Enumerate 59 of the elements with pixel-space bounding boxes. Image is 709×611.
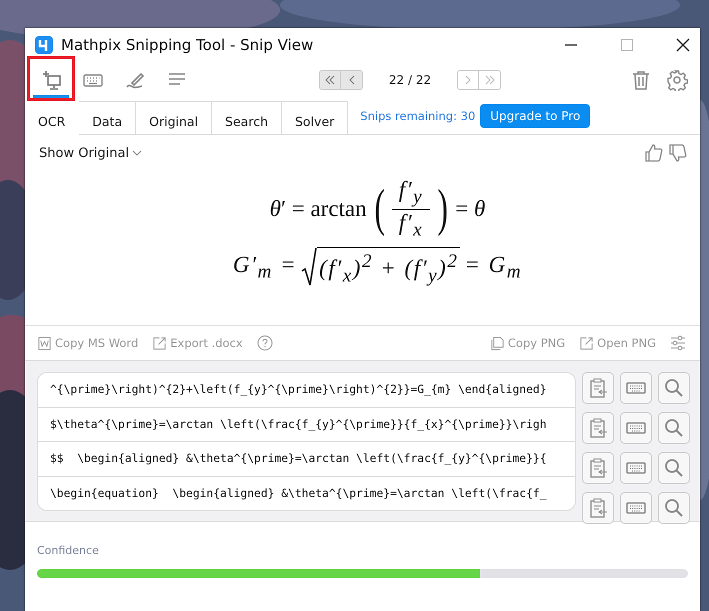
- search-button[interactable]: [658, 372, 690, 404]
- square-root-icon: [301, 247, 318, 288]
- tab[interactable]: OCR: [25, 102, 80, 135]
- external-link-icon: [579, 336, 594, 350]
- confidence-label: Confidence: [37, 544, 100, 557]
- keyboard-button[interactable]: [620, 492, 652, 524]
- word-document-icon: [37, 336, 52, 350]
- search-icon: [663, 377, 685, 399]
- paste-button[interactable]: [582, 452, 614, 484]
- app-logo-icon: [35, 36, 53, 54]
- maximize-icon[interactable]: [620, 38, 634, 52]
- latex-code[interactable]: $$ \begin{aligned} &\theta^{\prime}=\arctan \left(\frac{f_{y}^{\prime}}{: [38, 442, 575, 476]
- latex-code[interactable]: $\theta^{\prime}=\arctan \left(\frac{f_{y}^{\prime}}{f_{x}^{\prime}}\righ: [38, 408, 575, 442]
- tab[interactable]: Solver: [282, 101, 348, 134]
- tab[interactable]: Search: [212, 101, 282, 134]
- copy-icon: [490, 336, 505, 350]
- keyboard-button[interactable]: [620, 412, 652, 444]
- nav-button[interactable]: [341, 70, 363, 90]
- show-original-dropdown[interactable]: Show Original: [39, 146, 144, 160]
- trash-icon[interactable]: [630, 69, 652, 91]
- chevron-first-icon: [324, 74, 336, 86]
- paste-button[interactable]: [582, 492, 614, 524]
- sliders-icon[interactable]: [670, 335, 686, 351]
- paste-button[interactable]: [582, 372, 614, 404]
- crop-screen-icon: [40, 68, 62, 90]
- math-text: G′$_{m}$ =: [232, 252, 298, 284]
- window-title: Mathpix Snipping Tool - Snip View: [61, 36, 314, 54]
- chevron-last-icon: [484, 74, 496, 86]
- paste-button[interactable]: [582, 412, 614, 444]
- latex-code[interactable]: ^{\prime}\right)^{2}+\left(f_{y}^{\prime}\right)^{2}}=G_{m} \end{aligned}: [38, 373, 575, 408]
- highlight-frame: [27, 56, 75, 101]
- search-button[interactable]: [658, 452, 690, 484]
- math-text: = G$_{m}$: [464, 252, 522, 284]
- math-numerator: f′$_{y}$: [398, 177, 424, 209]
- math-text: θ′ = arctan: [270, 196, 367, 222]
- math-denominator: f′$_{x}$: [398, 210, 424, 242]
- help-icon[interactable]: [256, 335, 273, 351]
- tab[interactable]: Original: [136, 101, 212, 134]
- search-icon: [663, 417, 685, 439]
- search-button[interactable]: [658, 412, 690, 444]
- math-text: = θ: [455, 196, 486, 222]
- keyboard-button[interactable]: [620, 372, 652, 404]
- math-paren: (: [374, 183, 384, 236]
- search-icon: [663, 457, 685, 479]
- close-icon[interactable]: [676, 38, 690, 52]
- thumbs-down-icon[interactable]: [668, 143, 688, 163]
- keyboard-button[interactable]: [620, 452, 652, 484]
- math-paren: ): [437, 183, 448, 236]
- external-link-icon: [152, 336, 168, 350]
- tab[interactable]: Data: [79, 101, 136, 134]
- search-button[interactable]: [658, 492, 690, 524]
- settings-icon[interactable]: [666, 69, 688, 91]
- thumbs-up-icon[interactable]: [644, 143, 664, 163]
- nav-button[interactable]: [319, 70, 341, 90]
- search-icon: [663, 497, 685, 519]
- snips-remaining-text: Snips remaining: 30: [360, 109, 476, 123]
- math-radicand: (f′$_{x}$)$^{2}$ + (f′$_{y}$)$^{2}$: [317, 247, 460, 288]
- latex-code[interactable]: \begin{equation} \begin{aligned} &\theta^{\prime}=\arctan \left(\frac{f_: [38, 476, 575, 510]
- page-counter: 22 / 22: [388, 73, 432, 87]
